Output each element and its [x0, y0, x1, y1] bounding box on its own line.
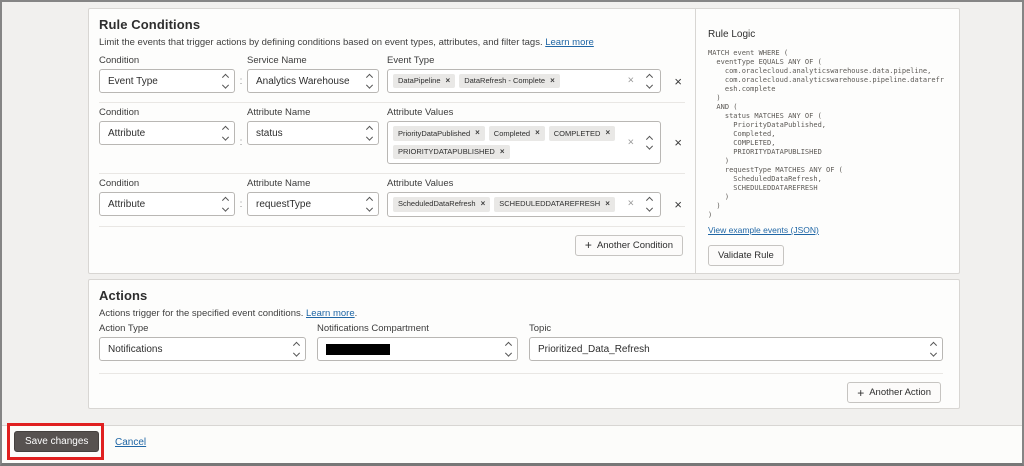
view-example-events-link[interactable]: View example events (JSON) — [708, 225, 819, 235]
rule-conditions-card: Rule Conditions Limit the events that tr… — [88, 8, 960, 274]
select-caret-icon — [645, 73, 654, 89]
remove-tag-icon[interactable]: × — [481, 199, 486, 209]
condition-select[interactable]: Attribute — [99, 121, 235, 146]
attribute-name-select[interactable]: requestType — [247, 192, 379, 217]
attribute-values-label: Attribute Values — [387, 178, 454, 190]
select-caret-icon — [929, 341, 938, 357]
tag-chip: COMPLETED × — [548, 126, 616, 141]
plus-icon: + — [857, 385, 865, 400]
condition-row-event-type: Condition Service Name Event Type Event … — [99, 51, 685, 104]
save-changes-button[interactable]: Save changes — [14, 431, 100, 452]
remove-tag-icon[interactable]: × — [605, 128, 610, 138]
select-caret-icon — [365, 196, 374, 212]
service-name-select[interactable]: Analytics Warehouse — [247, 69, 379, 93]
validate-rule-button[interactable]: Validate Rule — [708, 245, 784, 266]
remove-condition-button[interactable]: × — [671, 73, 685, 90]
separator-colon: : — [239, 137, 243, 149]
condition-select[interactable]: Attribute — [99, 192, 235, 217]
select-caret-icon — [292, 341, 301, 357]
attribute-name-label: Attribute Name — [247, 107, 311, 119]
condition-select[interactable]: Event Type — [99, 69, 235, 93]
attribute-name-select[interactable]: status — [247, 121, 379, 146]
tag-chip: DataRefresh - Complete × — [459, 74, 560, 89]
attribute-values-multiselect[interactable]: PriorityDataPublished × Completed × COMPLE… — [387, 121, 661, 165]
event-type-label: Event Type — [387, 55, 435, 66]
select-caret-icon — [504, 341, 513, 357]
tag-chip: SCHEDULEDDATAREFRESH × — [494, 197, 615, 212]
event-type-multiselect[interactable]: DataPipeline × DataRefresh - Complete × × — [387, 69, 661, 94]
tag-chip: ScheduledDataRefresh × — [393, 197, 491, 212]
footer-bar — [2, 425, 1022, 463]
another-condition-button[interactable]: + Another Condition — [574, 234, 683, 256]
remove-tag-icon[interactable]: × — [535, 128, 540, 138]
tag-chip: Completed × — [488, 126, 545, 141]
tag-chip: PRIORITYDATAPUBLISHED × — [393, 144, 510, 160]
remove-condition-button[interactable]: × — [671, 134, 685, 151]
service-name-label: Service Name — [247, 55, 307, 66]
remove-condition-button[interactable]: × — [671, 196, 685, 213]
tag-chip: PriorityDataPublished × — [393, 126, 485, 141]
another-action-button[interactable]: + Another Action — [847, 382, 941, 403]
remove-tag-icon[interactable]: × — [475, 128, 480, 138]
tag-chip: DataPipeline × — [393, 74, 456, 89]
attribute-name-label: Attribute Name — [247, 178, 311, 190]
attribute-values-multiselect[interactable]: ScheduledDataRefresh × SCHEDULEDDATAREFRE… — [387, 192, 661, 217]
select-caret-icon — [645, 197, 654, 212]
learn-more-link[interactable]: Learn more — [306, 308, 355, 319]
select-caret-icon — [221, 73, 230, 89]
plus-icon: + — [584, 238, 592, 253]
clear-field-icon[interactable]: × — [628, 137, 634, 148]
rule-conditions-title: Rule Conditions — [99, 17, 201, 32]
remove-tag-icon[interactable]: × — [446, 76, 451, 86]
condition-label: Condition — [99, 55, 140, 66]
remove-tag-icon[interactable]: × — [605, 199, 610, 209]
select-caret-icon — [221, 126, 230, 141]
select-caret-icon — [365, 126, 374, 141]
separator-colon: : — [239, 75, 243, 87]
actions-title: Actions — [99, 288, 148, 303]
condition-row-status: Condition Attribute Name Attribute Value… — [99, 103, 685, 175]
actions-description: Actions trigger for the specified event … — [99, 308, 358, 319]
clear-field-icon[interactable]: × — [628, 198, 634, 210]
condition-label: Condition — [99, 178, 140, 190]
clear-field-icon[interactable]: × — [628, 75, 634, 87]
select-caret-icon — [645, 135, 654, 151]
rule-conditions-description: Limit the events that trigger actions by… — [99, 37, 594, 48]
remove-tag-icon[interactable]: × — [500, 147, 505, 157]
rule-logic-panel: Rule Logic MATCH event WHERE ( eventType… — [695, 9, 959, 273]
select-caret-icon — [221, 196, 230, 212]
cancel-link[interactable]: Cancel — [115, 437, 146, 448]
learn-more-link[interactable]: Learn more — [545, 37, 594, 48]
action-type-select[interactable]: Notifications — [99, 337, 306, 361]
condition-row-request-type: Condition Attribute Name Attribute Value… — [99, 174, 685, 227]
notifications-compartment-label: Notifications Compartment — [317, 323, 429, 334]
notifications-compartment-select[interactable] — [317, 337, 518, 361]
topic-select[interactable]: Prioritized_Data_Refresh — [529, 337, 943, 361]
rule-logic-title: Rule Logic — [708, 29, 756, 40]
select-caret-icon — [365, 73, 374, 89]
action-type-label: Action Type — [99, 323, 149, 334]
rule-conditions-panel: Rule Conditions Limit the events that tr… — [89, 9, 695, 273]
attribute-values-label: Attribute Values — [387, 107, 454, 119]
remove-tag-icon[interactable]: × — [550, 76, 555, 86]
actions-card: Actions Actions trigger for the specifie… — [88, 279, 960, 409]
condition-label: Condition — [99, 107, 140, 119]
rule-logic-code: MATCH event WHERE ( eventType EQUALS ANY… — [708, 49, 945, 219]
separator-colon: : — [239, 198, 243, 210]
topic-label: Topic — [529, 323, 552, 334]
redacted-compartment-value — [326, 343, 390, 355]
